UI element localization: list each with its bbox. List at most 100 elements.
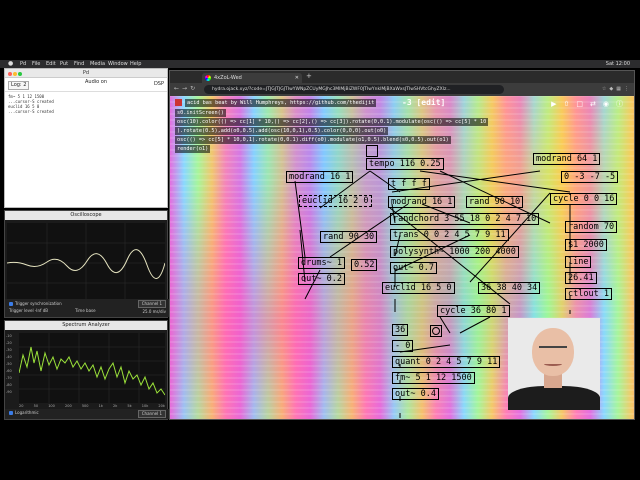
x-tick: 1k (98, 404, 103, 408)
bang-button[interactable] (430, 325, 442, 337)
pd-object-ctlout[interactable]: ctlout 1 (565, 288, 612, 300)
trigger-sync-checkbox[interactable]: Trigger synchronization (9, 301, 62, 306)
run-icon[interactable]: ▶ (551, 100, 563, 108)
log-level-select[interactable]: Log: 2 (8, 81, 30, 90)
info-icon[interactable]: ⓘ (616, 100, 630, 108)
code-line[interactable]: osc(10).color(() => cc[1] * 10,() => cc[… (175, 118, 489, 126)
spectrum-controls: Logarithmic Channel 1 (5, 409, 169, 419)
pd-object-randchord[interactable]: randchord 3 55 18 0 2 4 7 10 (390, 213, 540, 225)
x-tick: 200 (65, 404, 72, 408)
edit-link[interactable]: -3 [edit] (402, 98, 445, 107)
mac-menubar: ● Pd File Edit Put Find Media Window Hel… (0, 60, 640, 68)
url-input[interactable]: hydra.ojack.xyz/?code=JTJGJTJGJTIwYWNpZC… (204, 85, 504, 94)
menu-window[interactable]: Window (108, 60, 128, 68)
pd-console-log: fm~ 5 1 12 1500 ...cursor-S created eucl… (5, 92, 167, 116)
pd-object-euclid-16-5[interactable]: euclid 16 5 0 (382, 282, 455, 294)
new-tab-icon[interactable]: + (306, 72, 312, 80)
menu-icon[interactable]: ⋮ (624, 86, 632, 92)
audio-status: Audio on (85, 79, 108, 85)
forward-icon[interactable]: → (182, 85, 190, 92)
address-bar-row: ←→↻ hydra.ojack.xyz/?code=JTJGJTJGJTIwYW… (170, 83, 634, 96)
tab-close-icon[interactable]: ✕ (295, 73, 299, 83)
bang-circle-icon (432, 327, 440, 335)
dsp-toggle[interactable]: DSP (154, 81, 164, 88)
y-tick: -70 (6, 376, 12, 380)
pd-object-cycle[interactable]: cycle 0 0 16 (550, 193, 618, 205)
pd-number-052[interactable]: 0.52 (351, 259, 378, 271)
pd-object-trans[interactable]: trans 0 0 2 4 5 7 9 11 (390, 229, 509, 241)
pd-number-36[interactable]: 36 (392, 324, 409, 336)
code-line[interactable]: render(o1) (175, 145, 211, 153)
screen: ● Pd File Edit Put Find Media Window Hel… (0, 0, 640, 480)
pd-object-list[interactable]: 0 -3 -7 -5 (561, 171, 619, 183)
presenter-glasses (539, 346, 567, 350)
trash-icon[interactable]: □ (576, 100, 590, 108)
checkbox-icon (9, 302, 13, 306)
pd-object-rand-90-30[interactable]: rand 90 30 (320, 231, 378, 243)
x-tick: 5k (127, 404, 132, 408)
pd-object-out-07[interactable]: out~ 0.7 (390, 262, 437, 274)
pd-object-polysynth[interactable]: polysynth~ 1000 200 4000 (390, 246, 519, 258)
code-line[interactable]: s0.initScreen() (175, 109, 226, 117)
menu-media[interactable]: Media (90, 60, 105, 68)
menu-file[interactable]: File (32, 60, 40, 68)
pd-object-out-04[interactable]: out~ 0.4 (392, 388, 439, 400)
pd-object-random-70[interactable]: random 70 (565, 221, 618, 233)
y-tick: -40 (6, 355, 12, 359)
pd-object-modrand-16[interactable]: modrand 16 1 (286, 171, 354, 183)
x-tick: 20 (19, 404, 24, 408)
code-line[interactable]: ).rotate(0.5),add(o0,0.5).add(osc(10,0,1… (175, 127, 389, 135)
zoom-icon[interactable] (18, 72, 22, 76)
pd-object-euclid-16-2[interactable]: euclid 16 2 0 (299, 195, 372, 207)
code-line-comment[interactable]: acid bas beat by Will Humphreys, https:/… (185, 99, 377, 107)
trigger-sync-label: Trigger synchronization (15, 301, 62, 306)
pd-number-2641[interactable]: 26.41 (565, 272, 597, 284)
channel-select[interactable]: Channel 1 (137, 300, 166, 308)
reload-icon[interactable]: ↻ (190, 85, 198, 92)
pd-message-2000[interactable]: $1 2000 (565, 239, 607, 251)
tab-hydra[interactable]: 4xZoL-Wed ✕ (202, 73, 302, 83)
y-tick: -90 (6, 390, 12, 394)
gallery-icon[interactable]: ◉ (603, 100, 616, 108)
pd-object-modrand-16b[interactable]: modrand 16 1 (388, 196, 456, 208)
nav-buttons[interactable]: ←→↻ (174, 85, 198, 92)
pd-object-modrand-64[interactable]: modrand 64 1 (533, 153, 601, 165)
y-tick: -10 (6, 334, 12, 338)
log-freq-checkbox[interactable]: Logarithmic (9, 410, 39, 415)
x-tick: 2k (113, 404, 118, 408)
spectrum-x-axis: 20 50 100 200 500 1k 2k 5k 10k 20k (19, 404, 165, 408)
time-base-value[interactable]: 25.0 ms/div (142, 309, 166, 314)
menu-edit[interactable]: Edit (46, 60, 56, 68)
menu-find[interactable]: Find (74, 60, 84, 68)
pd-object-fm[interactable]: fm~ 5 1 12 1500 (392, 372, 475, 384)
x-tick: 20k (158, 404, 165, 408)
back-icon[interactable]: ← (174, 85, 182, 92)
upload-icon[interactable]: ⇧ (564, 100, 577, 108)
pd-object-line[interactable]: line (565, 256, 592, 268)
pd-message-list[interactable]: 36 38 40 34 (478, 282, 541, 294)
menu-put[interactable]: Put (60, 60, 68, 68)
y-tick: -20 (6, 341, 12, 345)
pd-object-out-02[interactable]: out~ 0.2 (298, 273, 345, 285)
apple-icon[interactable]: ● (8, 60, 13, 68)
code-line[interactable]: osc(() => cc[5] * 10,0,1).rotate(0,0.1).… (175, 136, 451, 144)
close-icon[interactable] (8, 72, 12, 76)
pd-object-minus-0[interactable]: - 0 (392, 340, 414, 352)
menu-pd[interactable]: Pd (20, 60, 26, 68)
toggle-box[interactable] (366, 145, 378, 157)
pd-object-drums[interactable]: drums~ 1 (298, 257, 345, 269)
pd-object-cycle-36[interactable]: cycle 36 80 1 (437, 305, 510, 317)
menu-help[interactable]: Help (130, 60, 141, 68)
spectrum-channel-select[interactable]: Channel 1 (137, 410, 166, 418)
log-line: ...cursor-S created (8, 109, 54, 114)
pd-object-rand-90-10[interactable]: rand 90 10 (466, 196, 524, 208)
oscilloscope-title: Oscilloscope (5, 211, 167, 220)
pd-object-tempo[interactable]: tempo 116 0.25 (366, 158, 444, 170)
puzzle-icon[interactable]: ▦ (616, 86, 624, 92)
y-tick: -30 (6, 348, 12, 352)
shuffle-icon[interactable]: ⇄ (590, 100, 603, 108)
minimize-icon[interactable] (13, 72, 17, 76)
pd-object-quant[interactable]: quant 0 2 4 5 7 9 11 (392, 356, 501, 368)
pd-object-trigger[interactable]: t f f f (388, 178, 430, 190)
pd-console-toolbar: Log: 2 Audio on DSP (5, 78, 167, 92)
